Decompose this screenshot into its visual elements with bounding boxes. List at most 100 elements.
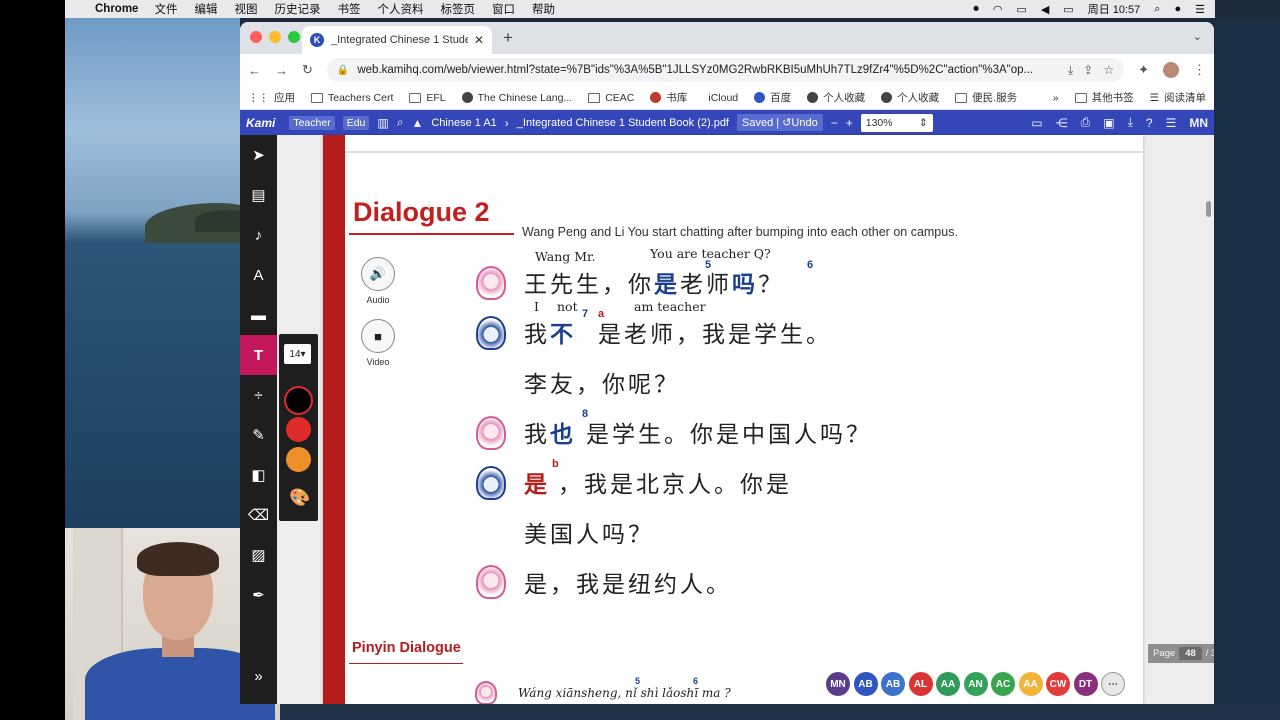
share-icon[interactable]: ⋲	[1056, 116, 1068, 130]
audio-control[interactable]: 🔊 Audio	[360, 257, 396, 305]
sidebar-toggle-icon[interactable]: ▥	[377, 116, 388, 130]
collaborator-avatar[interactable]: AL	[908, 672, 933, 696]
bookmark-services[interactable]: 便民.服务	[955, 90, 1017, 105]
volume-icon[interactable]: ◀	[1041, 3, 1049, 16]
search-icon[interactable]: ⌕	[397, 115, 404, 130]
minimize-window-button[interactable]	[269, 31, 281, 43]
menu-icon[interactable]: ☰	[1166, 116, 1177, 130]
annotation-text[interactable]: not	[557, 299, 578, 314]
bookmark-baidu[interactable]: 百度	[754, 90, 791, 105]
more-collaborators-icon[interactable]: ⋯	[1101, 672, 1125, 696]
bookmarks-overflow-icon[interactable]: »	[1053, 90, 1059, 105]
speaker-icon[interactable]: 🔊	[361, 257, 395, 291]
page-number-input[interactable]: 48	[1179, 647, 1202, 660]
tab-search-chevron-icon[interactable]: ⌄	[1193, 30, 1202, 43]
drive-folder-link[interactable]: Chinese 1 A1	[431, 117, 496, 129]
siri-icon[interactable]: ●	[1174, 3, 1181, 15]
comment-tool-icon[interactable]: ▬	[240, 295, 277, 335]
profile-avatar[interactable]	[1163, 62, 1179, 78]
collaborator-avatar[interactable]: AN	[963, 672, 988, 696]
text-to-speech-tool-icon[interactable]: ♪	[240, 215, 277, 255]
close-window-button[interactable]	[250, 31, 262, 43]
bookmark-star-icon[interactable]: ☆	[1103, 63, 1114, 77]
vertical-scrollbar[interactable]	[1206, 201, 1211, 217]
battery-icon[interactable]: ▭	[1063, 3, 1073, 16]
bookmark-library[interactable]: 书库	[650, 90, 687, 105]
collaborator-avatar[interactable]: CW	[1046, 672, 1070, 696]
menu-window[interactable]: 窗口	[492, 1, 515, 17]
bookmark-efl[interactable]: EFL	[409, 92, 446, 104]
zoom-window-button[interactable]	[288, 31, 300, 43]
collaborator-avatar[interactable]: AC	[991, 672, 1015, 696]
document-viewer[interactable]: Dialogue 2 Wang Peng and Li You start ch…	[277, 135, 1214, 704]
drawing-tool-icon[interactable]: ✎	[240, 415, 277, 455]
zoom-out-icon[interactable]: −	[831, 116, 838, 130]
close-tab-icon[interactable]: ✕	[474, 33, 484, 47]
annotation-text[interactable]: Wang Mr.	[535, 249, 596, 264]
bookmark-teachers-cert[interactable]: Teachers Cert	[311, 92, 393, 104]
menu-edit[interactable]: 编辑	[194, 1, 217, 17]
eraser-tool-icon[interactable]: ⌫	[240, 495, 277, 535]
annotation-text[interactable]: I	[534, 299, 539, 314]
zoom-in-icon[interactable]: +	[846, 116, 853, 130]
collaborator-avatar[interactable]: MN	[826, 672, 850, 696]
bookmark-ceac[interactable]: CEAC	[588, 92, 634, 104]
text-tool-icon[interactable]: T	[240, 335, 277, 375]
collaborator-avatar[interactable]: DT	[1073, 672, 1098, 696]
palette-icon[interactable]: 🎨	[289, 488, 310, 508]
collaborator-avatar[interactable]: AA	[1018, 672, 1043, 696]
forward-icon[interactable]: →	[275, 63, 288, 78]
menubar-app-name[interactable]: Chrome	[95, 3, 138, 15]
bookmark-reading-list[interactable]: ☰ 阅读清单	[1150, 90, 1206, 105]
active-tab[interactable]: K _Integrated Chinese 1 Student ✕	[302, 26, 492, 54]
menu-help[interactable]: 帮助	[532, 1, 555, 17]
spotlight-icon[interactable]: ⌕	[1154, 3, 1160, 16]
chrome-menu-icon[interactable]: ⋮	[1193, 62, 1206, 78]
lock-icon[interactable]: 🔒	[337, 65, 349, 76]
share-icon[interactable]: ⇪	[1083, 63, 1093, 77]
menu-file[interactable]: 文件	[154, 1, 177, 17]
reload-icon[interactable]: ↻	[302, 62, 313, 78]
menu-tabs[interactable]: 标签页	[440, 1, 475, 17]
open-folder-icon[interactable]: ▭	[1031, 116, 1042, 130]
menubar-clock[interactable]: 周日 10:57	[1088, 1, 1141, 17]
bookmark-favorites-2[interactable]: 个人收藏	[881, 90, 939, 105]
select-tool-icon[interactable]: ➤	[240, 135, 277, 175]
document-filename[interactable]: _Integrated Chinese 1 Student Book (2).p…	[517, 117, 729, 129]
bookmark-favorites-1[interactable]: 个人收藏	[807, 90, 865, 105]
user-initials[interactable]: MN	[1189, 116, 1208, 130]
save-icon[interactable]: ▣	[1103, 116, 1114, 130]
menu-view[interactable]: 视图	[234, 1, 257, 17]
print-icon[interactable]: ⎙	[1081, 115, 1091, 130]
download-icon[interactable]: ⤓	[1128, 115, 1133, 130]
markup-tool-icon[interactable]: A	[240, 255, 277, 295]
color-swatch-black[interactable]	[286, 388, 311, 413]
wifi-icon[interactable]: ◠	[993, 3, 1003, 16]
bookmark-other[interactable]: 其他书签	[1074, 90, 1134, 105]
bookmark-chinese-lang[interactable]: The Chinese Lang...	[461, 92, 572, 104]
shapes-tool-icon[interactable]: ◧	[240, 455, 277, 495]
new-tab-icon[interactable]: +	[503, 28, 513, 48]
install-icon[interactable]: ⤓	[1068, 63, 1073, 78]
extensions-icon[interactable]: ✦	[1138, 62, 1149, 78]
equation-tool-icon[interactable]: ÷	[240, 375, 277, 415]
pdf-page[interactable]: Dialogue 2 Wang Peng and Li You start ch…	[323, 135, 1143, 704]
control-center-icon[interactable]: ☰	[1195, 3, 1205, 16]
menu-profile[interactable]: 个人资料	[377, 1, 423, 17]
address-bar[interactable]: 🔒 web.kamihq.com/web/viewer.html?state=%…	[326, 58, 1125, 82]
image-tool-icon[interactable]: ▨	[240, 535, 277, 575]
url-text[interactable]: web.kamihq.com/web/viewer.html?state=%7B…	[357, 64, 1058, 76]
record-icon[interactable]: ⏺	[973, 3, 979, 16]
undo-button[interactable]: Undo	[791, 117, 817, 129]
help-icon[interactable]: ?	[1146, 116, 1153, 130]
video-control[interactable]: ■ Video	[360, 319, 396, 367]
collaborator-avatar[interactable]: AA	[936, 672, 960, 696]
bookmark-icloud[interactable]: iCloud	[703, 92, 738, 104]
kami-logo[interactable]: Kami	[246, 116, 275, 130]
zoom-select[interactable]: 130% ⇕	[860, 113, 933, 132]
back-icon[interactable]: ←	[248, 63, 261, 78]
collaborator-avatar[interactable]: AB	[853, 672, 878, 696]
color-swatch-red[interactable]	[286, 417, 311, 442]
expand-sidebar-icon[interactable]: »	[240, 656, 277, 696]
annotation-text[interactable]: am teacher	[634, 299, 706, 314]
